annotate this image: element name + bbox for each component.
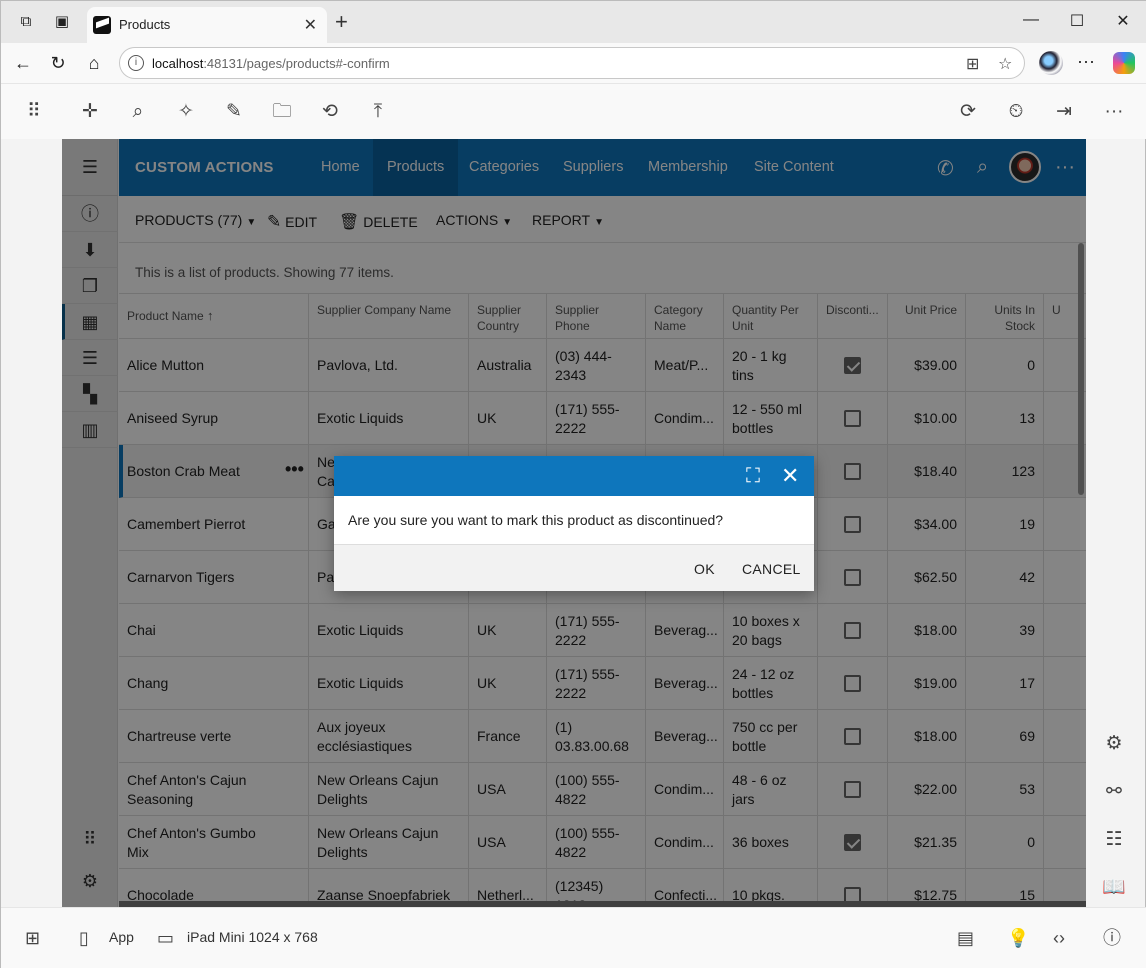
close-tab-icon[interactable]: ✕: [304, 15, 317, 35]
browser-menu-icon[interactable]: ···: [1077, 51, 1095, 72]
sliders-icon[interactable]: ☷: [1102, 828, 1126, 852]
sync-icon[interactable]: ⟲: [318, 100, 342, 124]
book-icon[interactable]: 📖: [1102, 876, 1126, 900]
app-viewport: ☰ ⓘ ⬇ ❐ ▦ ☰ ▚ ▥ ⠿ ⚙ CUSTOM ACTIONS Home …: [62, 139, 1086, 907]
device-label[interactable]: iPad Mini 1024 x 768: [187, 929, 318, 945]
fullscreen-icon[interactable]: ⛶: [746, 464, 760, 488]
apps-grid-icon[interactable]: ⠿: [22, 100, 46, 124]
url-text[interactable]: localhost:48131/pages/products#-confirm: [152, 56, 390, 71]
url-host: localhost: [152, 56, 204, 71]
refresh-layout-icon[interactable]: ⟳: [956, 100, 980, 124]
close-icon[interactable]: ✕: [781, 464, 799, 488]
site-info-icon[interactable]: i: [128, 55, 144, 71]
browser-tab[interactable]: Products ✕: [87, 7, 327, 43]
more-icon[interactable]: ···: [1102, 100, 1126, 124]
folder-code-icon[interactable]: 🗀: [270, 100, 294, 124]
workspaces-icon[interactable]: ⧉: [17, 13, 35, 31]
exit-icon[interactable]: ⇥: [1052, 100, 1076, 124]
publish-icon[interactable]: ⤒: [366, 100, 390, 124]
back-icon[interactable]: ←: [11, 51, 35, 75]
profile-avatar[interactable]: [1039, 51, 1063, 75]
copilot-icon[interactable]: [1113, 52, 1135, 74]
help-icon[interactable]: ⓘ: [1103, 927, 1121, 949]
ok-button[interactable]: OK: [694, 561, 715, 577]
favorite-star-icon[interactable]: ☆: [998, 54, 1012, 74]
url-path: :48131/pages/products#-confirm: [203, 56, 390, 71]
edit-list-icon[interactable]: ✎: [222, 100, 246, 124]
address-row: ← ↻ ⌂ i localhost:48131/pages/products#-…: [1, 43, 1146, 83]
confirm-dialog: ⛶ ✕ Are you sure you want to mark this p…: [334, 456, 814, 591]
code-icon[interactable]: ‹›: [1053, 927, 1065, 949]
home-icon[interactable]: ⌂: [82, 51, 106, 75]
search-icon[interactable]: ⌕: [126, 100, 150, 124]
maximize-icon[interactable]: ☐: [1067, 11, 1087, 31]
lightbulb-icon[interactable]: 💡: [1007, 927, 1029, 949]
dev-toolbar: ⠿ ✛ ⌕ ✧ ✎ 🗀 ⟲ ⤒ ⟳ ⏲ ⇥ ···: [1, 83, 1146, 139]
document-icon[interactable]: ▤: [957, 927, 974, 949]
new-tab-icon[interactable]: +: [335, 11, 348, 33]
title-bar: ⧉ ▣ Products ✕ + — ☐ ✕: [1, 1, 1146, 43]
settings-icon[interactable]: ⚙: [1102, 732, 1126, 756]
sparkle-icon[interactable]: ✧: [174, 100, 198, 124]
refresh-icon[interactable]: ↻: [46, 51, 70, 75]
app-available-icon[interactable]: ⊞: [966, 54, 979, 74]
browser-window: ⧉ ▣ Products ✕ + — ☐ ✕ ← ↻ ⌂ i localhost…: [0, 0, 1146, 968]
dialog-message: Are you sure you want to mark this produ…: [348, 512, 724, 528]
graph-icon[interactable]: ⚯: [1102, 780, 1126, 804]
dialog-footer: OK CANCEL: [334, 544, 814, 591]
app-mode-label[interactable]: App: [109, 929, 134, 945]
minimize-icon[interactable]: —: [1021, 11, 1041, 29]
dialog-header: ⛶ ✕: [334, 456, 814, 496]
history-icon[interactable]: ⏲: [1004, 100, 1028, 124]
tab-actions-icon[interactable]: ▣: [53, 13, 71, 31]
inspect-icon[interactable]: ✛: [78, 100, 102, 124]
window-close-icon[interactable]: ✕: [1113, 11, 1133, 31]
cancel-button[interactable]: CANCEL: [742, 561, 801, 577]
bottom-bar: ⊞ ▯ App ▭ iPad Mini 1024 x 768 ▤ 💡 ‹› ⓘ: [1, 907, 1146, 968]
favicon-icon: [93, 16, 111, 34]
tab-title: Products: [119, 17, 171, 32]
address-bar[interactable]: i localhost:48131/pages/products#-confir…: [119, 47, 1025, 79]
device-icon[interactable]: ▭: [157, 927, 174, 949]
app-mode-icon[interactable]: ▯: [79, 927, 89, 949]
widgets-icon[interactable]: ⊞: [25, 927, 40, 949]
